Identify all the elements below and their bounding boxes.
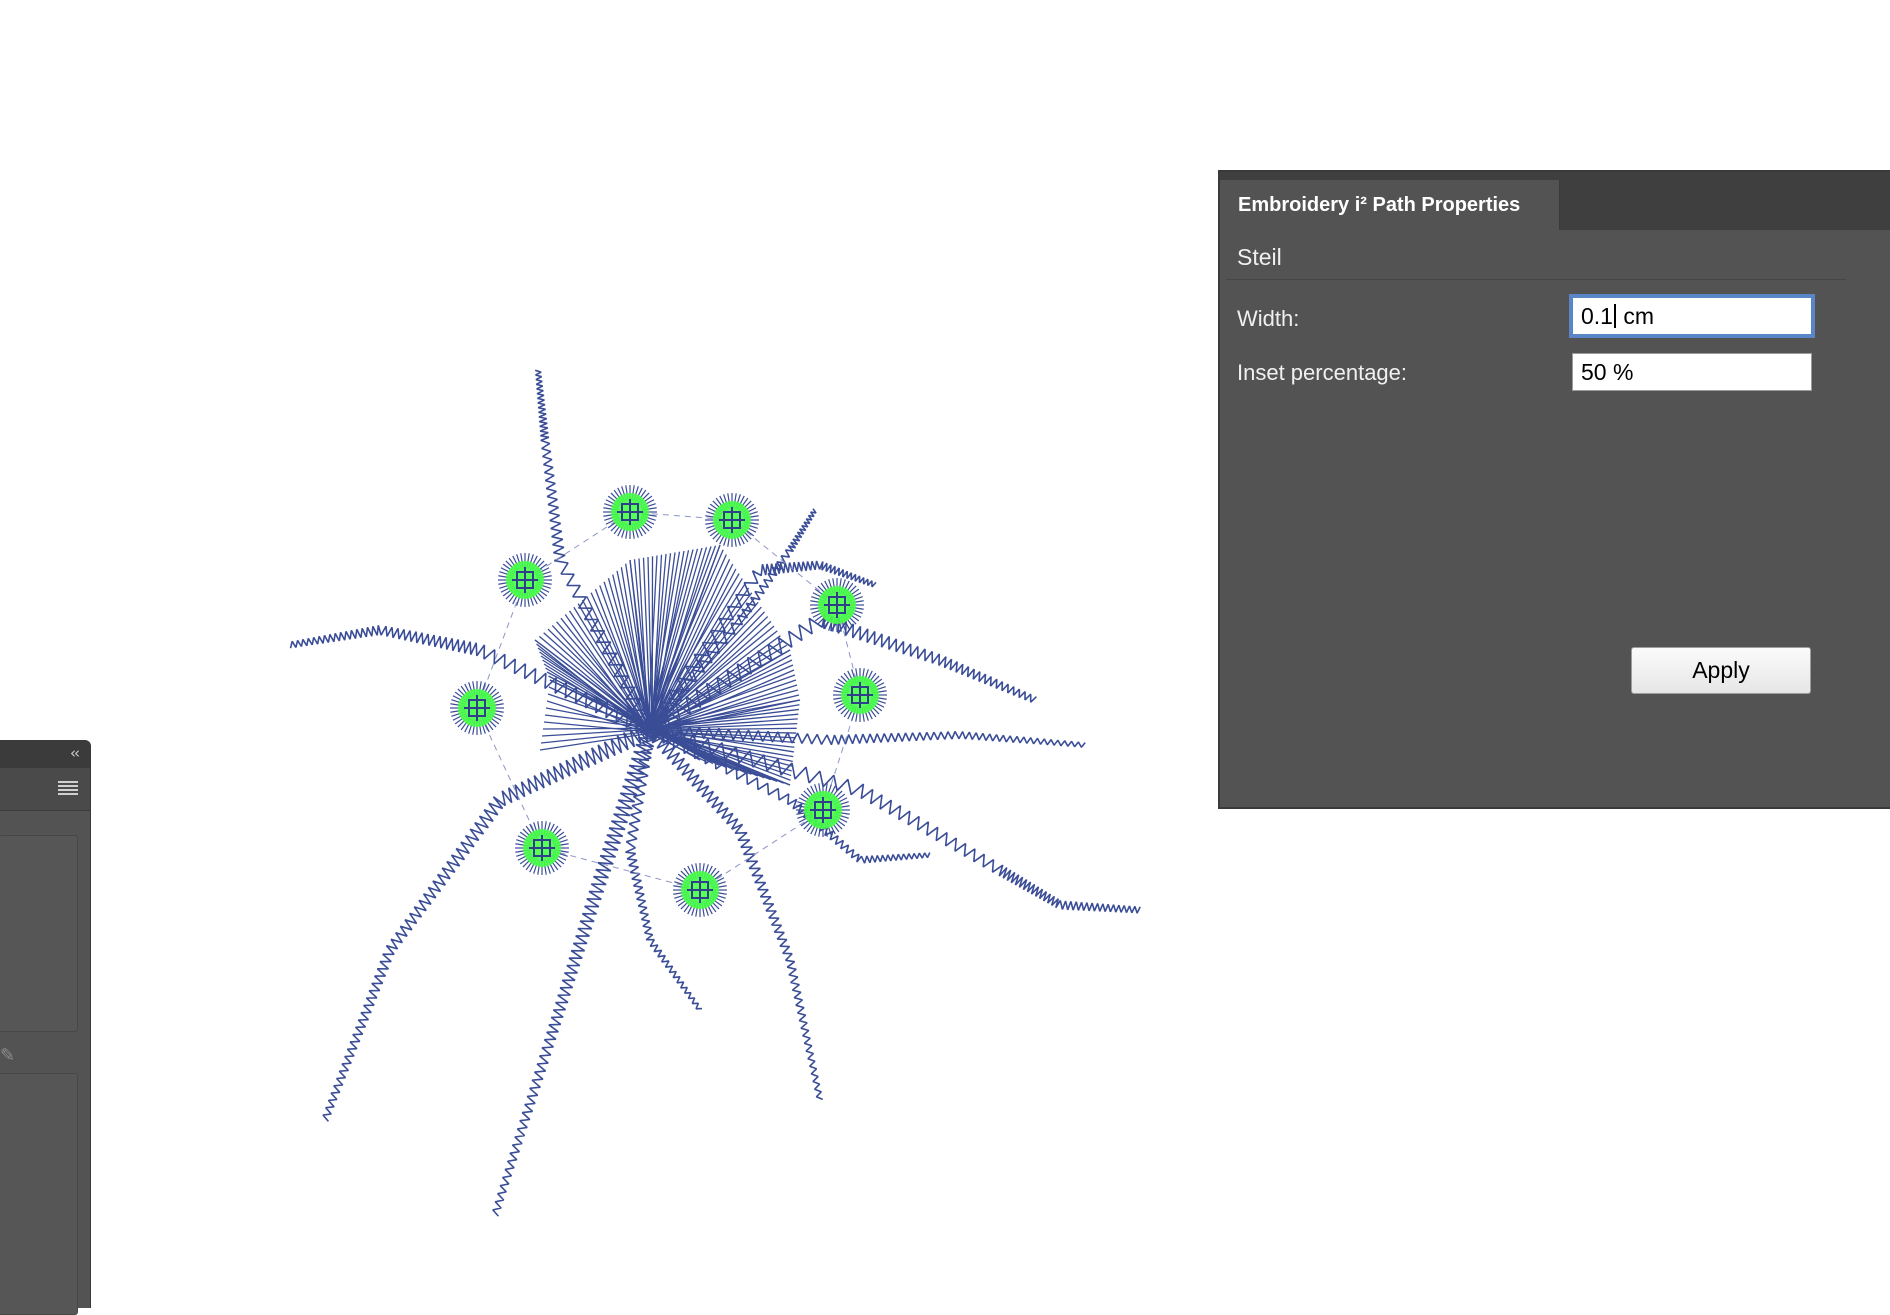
collapsed-side-panel: ‹‹ ✎ <box>0 740 91 1308</box>
section-divider <box>1226 279 1846 280</box>
apply-button[interactable]: Apply <box>1631 647 1811 694</box>
inset-percentage-label: Inset percentage: <box>1237 360 1407 386</box>
path-anchor-handle[interactable] <box>603 485 657 539</box>
path-anchor-handle[interactable] <box>515 821 569 875</box>
path-anchor-handle[interactable] <box>450 681 504 735</box>
side-panel-tabbar <box>0 768 90 811</box>
path-anchor-handle[interactable] <box>796 783 850 837</box>
tab-title: Embroidery i² Path Properties <box>1238 194 1520 217</box>
section-title: Steil <box>1237 244 1282 271</box>
width-label: Width: <box>1237 306 1299 332</box>
double-chevron-left-icon[interactable]: ‹‹ <box>70 744 78 762</box>
path-anchor-handle[interactable] <box>498 553 552 607</box>
path-anchor-handle[interactable] <box>833 668 887 722</box>
path-properties-panel: Embroidery i² Path Properties Steil Widt… <box>1218 170 1890 809</box>
embroidery-tendrils <box>291 370 1141 1216</box>
inset-percentage-field[interactable]: 50 % <box>1572 353 1812 391</box>
width-unit: cm <box>1617 303 1654 330</box>
pencil-icon[interactable]: ✎ <box>0 1045 15 1066</box>
width-field[interactable]: 0.1 cm <box>1572 297 1812 335</box>
side-panel-area-upper <box>0 835 78 1032</box>
side-panel-area-lower <box>0 1073 78 1315</box>
side-panel-header: ‹‹ <box>0 740 90 768</box>
text-caret <box>1614 304 1616 328</box>
inset-value: 50 % <box>1581 359 1633 386</box>
path-anchor-handle[interactable] <box>673 863 727 917</box>
width-value: 0.1 <box>1581 303 1613 330</box>
tab-path-properties[interactable]: Embroidery i² Path Properties <box>1220 180 1560 230</box>
path-anchor-handle[interactable] <box>810 578 864 632</box>
hamburger-menu-icon[interactable] <box>58 781 78 795</box>
path-anchor-handle[interactable] <box>705 493 759 547</box>
panel-tabbar: Embroidery i² Path Properties <box>1220 172 1890 230</box>
